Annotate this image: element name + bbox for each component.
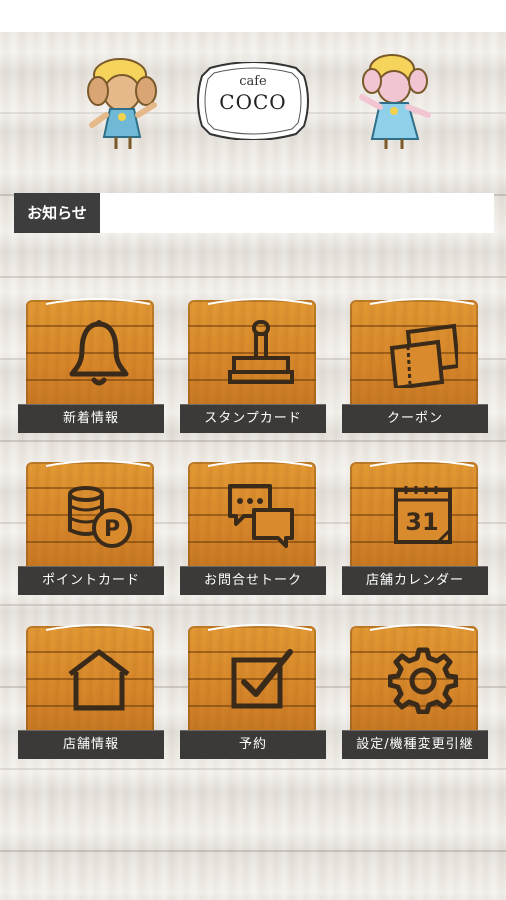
points-coins-icon: P bbox=[68, 486, 132, 548]
notice-label: お知らせ bbox=[14, 193, 100, 233]
tile-label: 新着情報 bbox=[18, 404, 164, 433]
tile-label: お問合せトーク bbox=[180, 566, 326, 595]
wood-board bbox=[26, 624, 154, 738]
bell-icon bbox=[69, 320, 129, 386]
checkbox-icon bbox=[231, 649, 293, 709]
tile-label: スタンプカード bbox=[180, 404, 326, 433]
tile-label: 設定/機種変更引継 bbox=[342, 730, 488, 759]
coupon-icon bbox=[389, 323, 458, 388]
tile-label: ポイントカード bbox=[18, 566, 164, 595]
tile-label: 店舗カレンダー bbox=[342, 566, 488, 595]
store-house-icon bbox=[68, 649, 130, 711]
mascot-left-icon bbox=[87, 58, 157, 149]
svg-text:P: P bbox=[104, 517, 120, 542]
status-bar-area bbox=[0, 0, 506, 32]
menu-tile-settings[interactable]: 設定/機種変更引継 bbox=[342, 624, 488, 759]
menu-tile-store-info[interactable]: 店舗情報 bbox=[18, 624, 164, 759]
wood-board bbox=[350, 624, 478, 738]
stamp-icon bbox=[228, 320, 294, 384]
menu-tile-news[interactable]: 新着情報 bbox=[18, 298, 164, 433]
menu-tile-stamp-card[interactable]: スタンプカード bbox=[180, 298, 326, 433]
logo-cafe-text: cafe bbox=[239, 74, 267, 89]
wood-board bbox=[188, 298, 316, 412]
mascot-right-icon bbox=[359, 54, 431, 149]
menu-tile-reservation[interactable]: 予約 bbox=[180, 624, 326, 759]
menu-tile-inquiry-talk[interactable]: お問合せトーク bbox=[180, 460, 326, 595]
wood-board: P bbox=[26, 460, 154, 574]
menu-tile-store-calendar[interactable]: 31 店舗カレンダー bbox=[342, 460, 488, 595]
gear-icon bbox=[388, 647, 458, 714]
tile-label: 予約 bbox=[180, 730, 326, 759]
notice-bar[interactable]: お知らせ bbox=[14, 193, 494, 233]
wood-board bbox=[188, 624, 316, 738]
calendar-icon: 31 bbox=[394, 486, 452, 544]
wood-board bbox=[188, 460, 316, 574]
app-header: cafe COCO bbox=[0, 40, 506, 165]
calendar-day-text: 31 bbox=[405, 508, 438, 536]
chat-bubbles-icon bbox=[228, 484, 294, 548]
wood-board: 31 bbox=[350, 460, 478, 574]
cafe-coco-logo: cafe COCO bbox=[196, 62, 310, 140]
logo-coco-text: COCO bbox=[219, 90, 287, 114]
notice-text[interactable] bbox=[100, 193, 494, 233]
menu-tile-point-card[interactable]: P ポイントカード bbox=[18, 460, 164, 595]
wood-board bbox=[350, 298, 478, 412]
wood-board bbox=[26, 298, 154, 412]
tile-label: 店舗情報 bbox=[18, 730, 164, 759]
menu-tile-coupon[interactable]: クーポン bbox=[342, 298, 488, 433]
tile-label: クーポン bbox=[342, 404, 488, 433]
